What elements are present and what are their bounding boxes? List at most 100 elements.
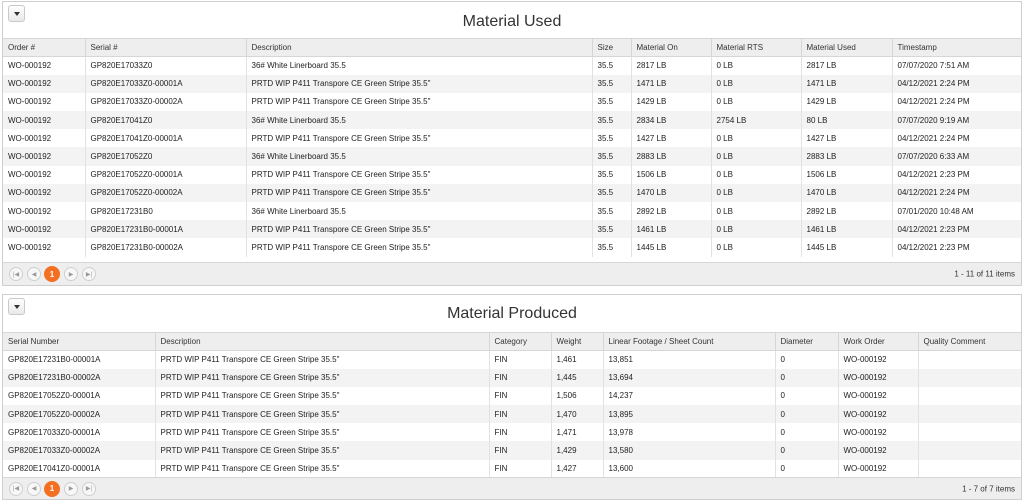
column-header[interactable]: Work Order bbox=[837, 332, 918, 351]
table-cell: PRTD WIP P411 Transpore CE Green Stripe … bbox=[154, 368, 489, 387]
table-row[interactable]: WO-000192 GP820E17033Z0 36# White Linerboa… bbox=[3, 56, 1021, 75]
table-cell: 13,851 bbox=[602, 350, 775, 369]
table-cell: 13,895 bbox=[602, 405, 775, 424]
table-row[interactable]: WO-000192 GP820E17033Z0-00002A PRTD WIP P… bbox=[3, 92, 1021, 112]
table-cell: 1470 LB bbox=[800, 183, 892, 202]
prev-page-icon[interactable]: ◀ bbox=[27, 481, 41, 496]
next-page-icon[interactable]: ▶ bbox=[64, 267, 78, 281]
column-header[interactable]: Quality Comment bbox=[917, 332, 1021, 351]
table-cell: 0 bbox=[774, 386, 838, 406]
table-cell: 13,978 bbox=[602, 423, 775, 442]
table-cell: 0 LB bbox=[710, 74, 801, 93]
table-cell: GP820E17052Z0 bbox=[84, 147, 246, 166]
table-row[interactable]: WO-000192 GP820E17041Z0 36# White Linerboa… bbox=[3, 111, 1021, 130]
table-row[interactable]: GP820E17231B0-00001A PRTD WIP P411 Transp… bbox=[3, 350, 1021, 369]
table-cell: 07/07/2020 7:51 AM bbox=[891, 56, 1021, 75]
table-cell: WO-000192 bbox=[8, 61, 52, 71]
table-cell: 0 bbox=[774, 459, 838, 478]
table-cell: FIN bbox=[488, 368, 551, 387]
column-header[interactable]: Material Used bbox=[800, 38, 892, 57]
column-header[interactable]: Diameter bbox=[774, 332, 838, 351]
table-cell: PRTD WIP P411 Transpore CE Green Stripe … bbox=[154, 386, 489, 406]
table-cell bbox=[917, 423, 1021, 442]
table-cell: PRTD WIP P411 Transpore CE Green Stripe … bbox=[245, 92, 592, 112]
table-row[interactable]: GP820E17033Z0-00001A PRTD WIP P411 Transp… bbox=[3, 423, 1021, 442]
table-cell: WO-000192 bbox=[837, 441, 918, 460]
table-row[interactable]: WO-000192 GP820E17052Z0-00002A PRTD WIP P… bbox=[3, 183, 1021, 202]
material-used-panel: Material Used Order # Serial # Description… bbox=[2, 1, 1022, 286]
page-number-button[interactable]: 1 bbox=[44, 266, 60, 282]
table-cell: PRTD WIP P411 Transpore CE Green Stripe … bbox=[154, 405, 489, 424]
column-header[interactable]: Description bbox=[154, 332, 489, 351]
table-row[interactable]: GP820E17052Z0-00002A PRTD WIP P411 Transp… bbox=[3, 405, 1021, 424]
table-row[interactable]: WO-000192 GP820E17052Z0 36# White Linerboa… bbox=[3, 147, 1021, 166]
table-row[interactable]: WO-000192 GP820E17033Z0-00001A PRTD WIP P… bbox=[3, 74, 1021, 93]
column-header[interactable]: Category bbox=[488, 332, 551, 351]
table-cell: WO-000192 bbox=[3, 111, 85, 130]
column-header[interactable]: Material On bbox=[630, 38, 711, 57]
table-row[interactable]: WO-000192 GP820E17052Z0-00001A PRTD WIP P… bbox=[3, 165, 1021, 184]
table-cell: 13,694 bbox=[602, 368, 775, 387]
table-cell: 0 LB bbox=[710, 238, 801, 257]
table-cell: 14,237 bbox=[602, 386, 775, 406]
table-cell: 1471 LB bbox=[800, 74, 892, 93]
column-header[interactable]: Description bbox=[245, 38, 592, 57]
table-row[interactable]: GP820E17231B0-00002A PRTD WIP P411 Transp… bbox=[3, 368, 1021, 387]
table-cell: GP820E17052Z0-00002A bbox=[3, 405, 155, 424]
next-page-icon[interactable]: ▶ bbox=[64, 481, 78, 496]
table-cell: 04/12/2021 2:23 PM bbox=[891, 165, 1021, 184]
column-header[interactable]: Size bbox=[591, 38, 631, 57]
table-cell: 35.5 bbox=[591, 202, 631, 221]
column-header[interactable]: Weight bbox=[550, 332, 603, 351]
table-cell: PRTD WIP P411 Transpore CE Green Stripe … bbox=[245, 129, 592, 148]
column-header[interactable]: Timestamp bbox=[891, 38, 1021, 57]
table-row[interactable]: WO-000192 GP820E17231B0-00001A PRTD WIP P… bbox=[3, 220, 1021, 239]
table-cell: GP820E17052Z0-00001A bbox=[84, 165, 246, 184]
first-page-icon[interactable]: |◀ bbox=[9, 481, 23, 496]
table-row[interactable]: GP820E17033Z0-00002A PRTD WIP P411 Transp… bbox=[3, 441, 1021, 460]
prev-page-icon[interactable]: ◀ bbox=[27, 267, 41, 281]
table-cell: GP820E17231B0 bbox=[84, 202, 246, 221]
column-header[interactable]: Order # bbox=[3, 38, 85, 57]
column-header[interactable]: Material RTS bbox=[710, 38, 801, 57]
table-cell bbox=[917, 405, 1021, 424]
table-cell: 0 bbox=[774, 405, 838, 424]
table-row[interactable]: GP820E17052Z0-00001A PRTD WIP P411 Transp… bbox=[3, 386, 1021, 406]
table-cell: 07/07/2020 9:19 AM bbox=[891, 111, 1021, 130]
table-row[interactable]: WO-000192 GP820E17231B0-00002A PRTD WIP P… bbox=[3, 238, 1021, 257]
table-cell: 2817 LB bbox=[800, 56, 892, 75]
table-cell: 04/12/2021 2:23 PM bbox=[891, 220, 1021, 239]
table-cell: WO-000192 bbox=[3, 183, 85, 202]
table-cell: PRTD WIP P411 Transpore CE Green Stripe … bbox=[245, 238, 592, 257]
table-row[interactable]: WO-000192 GP820E17231B0 36# White Linerboa… bbox=[3, 202, 1021, 221]
table-cell: 0 LB bbox=[710, 183, 801, 202]
table-cell: WO-000192 bbox=[837, 368, 918, 387]
table-cell: 1461 LB bbox=[800, 220, 892, 239]
table-row[interactable]: WO-000192 GP820E17041Z0-00001A PRTD WIP P… bbox=[3, 129, 1021, 148]
column-header[interactable]: Serial # bbox=[84, 38, 246, 57]
table-cell: GP820E17231B0-00001A bbox=[84, 220, 246, 239]
table-cell: 2754 LB bbox=[710, 111, 801, 130]
table-cell: 0 LB bbox=[710, 129, 801, 148]
table-cell: 35.5 bbox=[591, 220, 631, 239]
column-header[interactable]: Linear Footage / Sheet Count bbox=[602, 332, 775, 351]
table-cell: FIN bbox=[488, 350, 551, 369]
table-cell: 1,470 bbox=[550, 405, 603, 424]
table-cell: WO-000192 bbox=[8, 97, 52, 107]
last-page-icon[interactable]: ▶| bbox=[82, 267, 96, 281]
first-page-icon[interactable]: |◀ bbox=[9, 267, 23, 281]
table-cell: PRTD WIP P411 Transpore CE Green Stripe … bbox=[154, 459, 489, 478]
last-page-icon[interactable]: ▶| bbox=[82, 481, 96, 496]
table-cell: 1461 LB bbox=[630, 220, 711, 239]
page-number-button[interactable]: 1 bbox=[44, 480, 60, 497]
column-header[interactable]: Serial Number bbox=[3, 332, 155, 351]
table-cell: 1,445 bbox=[550, 368, 603, 387]
table-cell: GP820E17052Z0-00002A bbox=[84, 183, 246, 202]
table-cell: 04/12/2021 2:24 PM bbox=[891, 183, 1021, 202]
table-cell: 0 bbox=[774, 423, 838, 442]
table-cell: FIN bbox=[488, 386, 551, 406]
table-cell: 35.5 bbox=[591, 147, 631, 166]
table-cell: 36# White Linerboard 35.5 bbox=[245, 111, 592, 130]
table-row[interactable]: GP820E17041Z0-00001A PRTD WIP P411 Transp… bbox=[3, 459, 1021, 478]
table-cell: 0 LB bbox=[710, 202, 801, 221]
